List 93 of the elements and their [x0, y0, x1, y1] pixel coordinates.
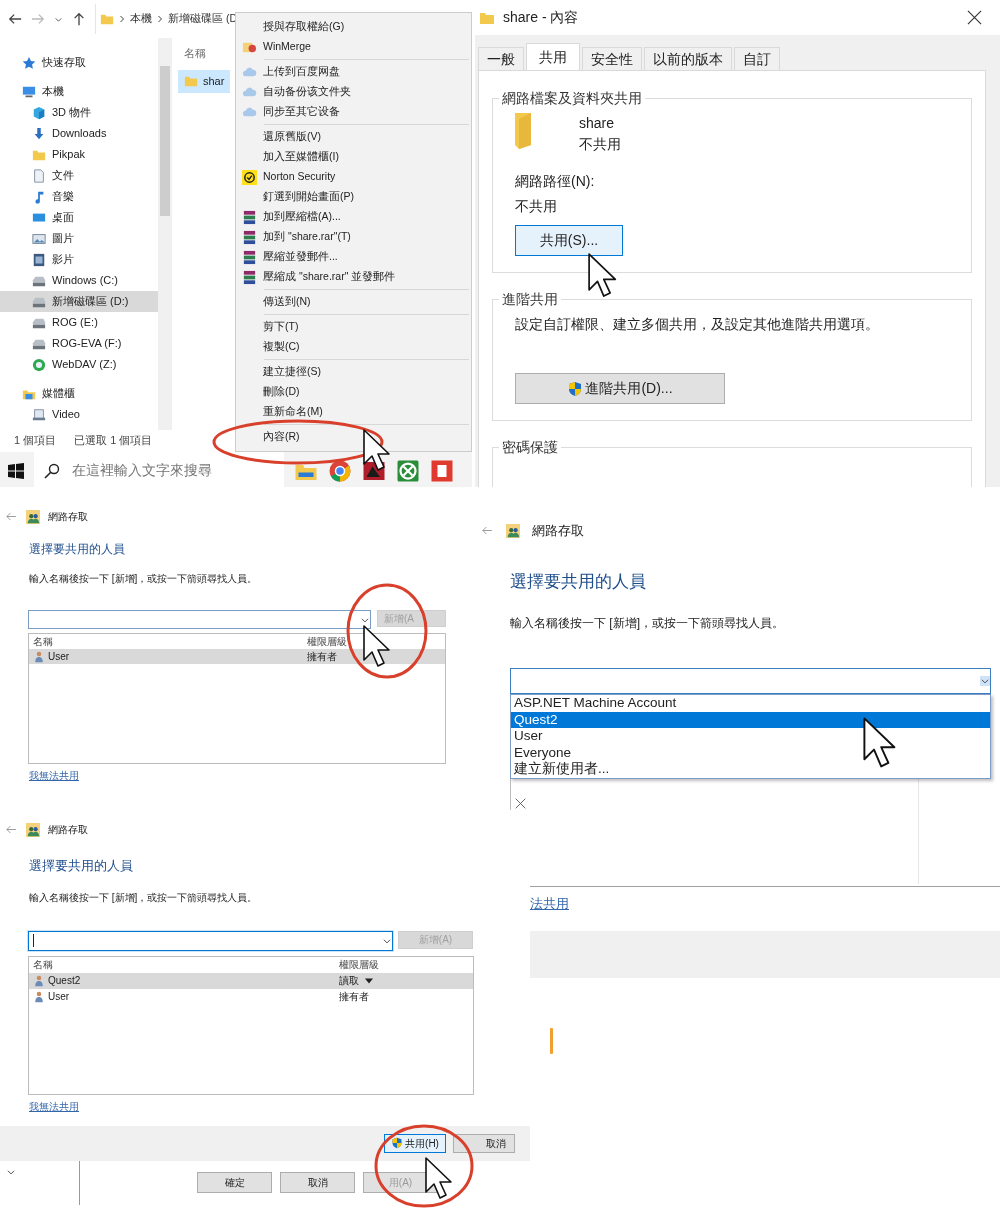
tree-item[interactable]: 新增磁碟區 (D:) [0, 291, 158, 312]
instruction-text: 輸入名稱後按一下 [新增]，或按一下箭頭尋找人員。 [29, 890, 259, 905]
list-row[interactable]: Quest2 讀取 [29, 972, 473, 989]
tree-item[interactable]: Video [0, 404, 158, 425]
group-title: 進階共用 [499, 289, 561, 310]
menu-item[interactable]: 刪除(D) [236, 382, 471, 402]
permission-text: 擁有者 [339, 990, 369, 1004]
dialog-button[interactable]: 共用(H) [384, 1133, 446, 1153]
dialog-title: 網路存取 [532, 522, 584, 540]
user-name: User [48, 990, 70, 1004]
dialog-button[interactable]: 取消 [453, 1133, 515, 1153]
menu-item[interactable]: 加到 "share.rar"(T) [236, 227, 471, 247]
dialog-heading: 選擇要共用的人員 [29, 857, 134, 875]
tree-item[interactable]: ROG (E:) [0, 312, 158, 333]
dialog-title: 網路存取 [48, 510, 88, 524]
user-list[interactable]: 名稱 權限層級 Quest2 讀取 User 擁有者 [28, 955, 474, 1095]
dropdown-option[interactable]: 建立新使用者... [511, 761, 990, 778]
menu-item[interactable]: 釘選到開始畫面(P) [236, 187, 471, 207]
tab[interactable]: 共用 [526, 43, 580, 70]
help-link[interactable]: 我無法共用 [29, 1098, 79, 1114]
instruction-text: 輸入名稱後按一下 [新增]，或按一下箭頭尋找人員。 [510, 615, 785, 632]
menu-item[interactable]: 內容(R) [236, 427, 471, 447]
menu-item[interactable]: 壓縮並發郵件... [236, 247, 471, 267]
share-status: 不共用 [579, 135, 621, 154]
menu-item[interactable]: 加入至媒體櫃(I) [236, 147, 471, 167]
column-header: 權限層級 [307, 635, 348, 649]
menu-item[interactable]: 複製(C) [236, 337, 471, 357]
dialog-title: 網路存取 [48, 823, 88, 837]
permission-text: 擁有者 [307, 650, 337, 664]
menu-item[interactable]: 剪下(T) [236, 317, 471, 337]
dialog-button[interactable]: 確定 [197, 1172, 272, 1193]
tree-item[interactable]: Pikpak [0, 144, 158, 165]
menu-item[interactable]: Norton Security [236, 167, 471, 187]
dropdown-option[interactable]: User [511, 728, 990, 745]
tree-item[interactable]: 媒體櫃 [0, 383, 158, 404]
tab[interactable]: 安全性 [582, 47, 642, 70]
menu-item[interactable]: 加到壓縮檔(A)... [236, 207, 471, 227]
folder-name: share [579, 114, 616, 133]
permission-text: 讀取 [339, 974, 359, 988]
tree-item[interactable]: 文件 [0, 165, 158, 186]
status-text: 已選取 1 個項目 [74, 432, 153, 448]
column-header: 權限層級 [339, 958, 380, 972]
menu-item[interactable]: 自动备份该文件夹 [236, 82, 471, 102]
tab[interactable]: 自訂 [734, 47, 780, 70]
menu-item[interactable]: 建立捷徑(S) [236, 362, 471, 382]
menu-item[interactable]: 傳送到(N) [236, 292, 471, 312]
menu-item[interactable]: 授與存取權給(G) [236, 17, 471, 37]
dialog-heading: 選擇要共用的人員 [510, 570, 647, 593]
tree-item[interactable]: Downloads [0, 123, 158, 144]
tree-item[interactable]: 快速存取 [0, 52, 158, 73]
user-name: User [48, 650, 70, 664]
breadcrumb-item[interactable]: 本機 [130, 11, 152, 27]
tree-item[interactable]: WebDAV (Z:) [0, 354, 158, 375]
menu-item[interactable]: 壓縮成 "share.rar" 並發郵件 [236, 267, 471, 287]
column-header: 名稱 [32, 958, 54, 972]
menu-item[interactable]: 上传到百度网盘 [236, 62, 471, 82]
description-text: 設定自訂權限、建立多個共用，及設定其他進階共用選項。 [515, 315, 880, 334]
tree-item[interactable]: Windows (C:) [0, 270, 158, 291]
user-list[interactable]: 名稱 權限層級 User 擁有者 [28, 633, 446, 764]
tree-item[interactable]: 本機 [0, 81, 158, 102]
list-row[interactable]: User 擁有者 [29, 988, 473, 1005]
tree-item[interactable]: 桌面 [0, 207, 158, 228]
tab[interactable]: 以前的版本 [644, 47, 732, 70]
user-name: Quest2 [48, 974, 81, 988]
menu-item[interactable]: 還原舊版(V) [236, 127, 471, 147]
help-link[interactable]: 法共用 [530, 894, 569, 914]
tree-item[interactable]: 圖片 [0, 228, 158, 249]
list-row[interactable]: User 擁有者 [29, 649, 445, 664]
column-header: 名稱 [32, 635, 54, 649]
tree-item[interactable]: 3D 物件 [0, 102, 158, 123]
menu-item[interactable]: 同步至其它设备 [236, 102, 471, 122]
dialog-heading: 選擇要共用的人員 [29, 541, 126, 558]
field-label: 網路路徑(N): [515, 172, 596, 191]
instruction-text: 輸入名稱後按一下 [新增]，或按一下箭頭尋找人員。 [29, 572, 259, 586]
window-title: share - 內容 [503, 8, 580, 27]
tree-item[interactable]: ROG-EVA (F:) [0, 333, 158, 354]
file-item[interactable]: shar [178, 70, 231, 93]
path-value: 不共用 [515, 197, 558, 216]
search-box[interactable]: 在這裡輸入文字來搜尋 [34, 452, 284, 487]
tree-item[interactable]: 音樂 [0, 186, 158, 207]
status-text: 1 個項目 [14, 432, 57, 448]
dialog-button[interactable]: 取消 [280, 1172, 355, 1193]
advanced-sharing-button[interactable]: 進階共用(D)... [515, 373, 725, 404]
tab[interactable]: 一般 [478, 47, 524, 70]
share-button[interactable]: 共用(S)... [515, 225, 623, 256]
menu-item[interactable]: WinMerge [236, 37, 471, 57]
dropdown-option[interactable]: Quest2 [511, 711, 990, 729]
dropdown-option[interactable]: Everyone [511, 744, 990, 762]
help-link[interactable]: 我無法共用 [29, 768, 79, 783]
group-title: 網路檔案及資料夾共用 [499, 88, 645, 109]
tree-item[interactable]: 影片 [0, 249, 158, 270]
dropdown-option[interactable]: ASP.NET Machine Account [511, 695, 990, 712]
menu-item[interactable]: 重新命名(M) [236, 402, 471, 422]
